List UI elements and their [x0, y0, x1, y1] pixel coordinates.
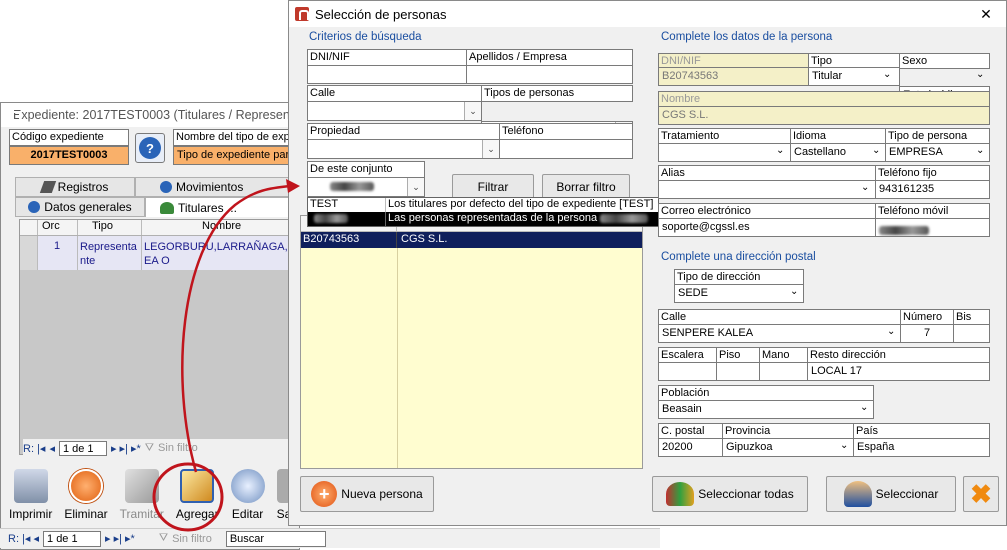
annotation-arrow: [181, 184, 291, 473]
annotation-circle: [152, 462, 224, 532]
annotation-overlay: [152, 179, 300, 532]
arrowhead-icon: [286, 179, 300, 193]
